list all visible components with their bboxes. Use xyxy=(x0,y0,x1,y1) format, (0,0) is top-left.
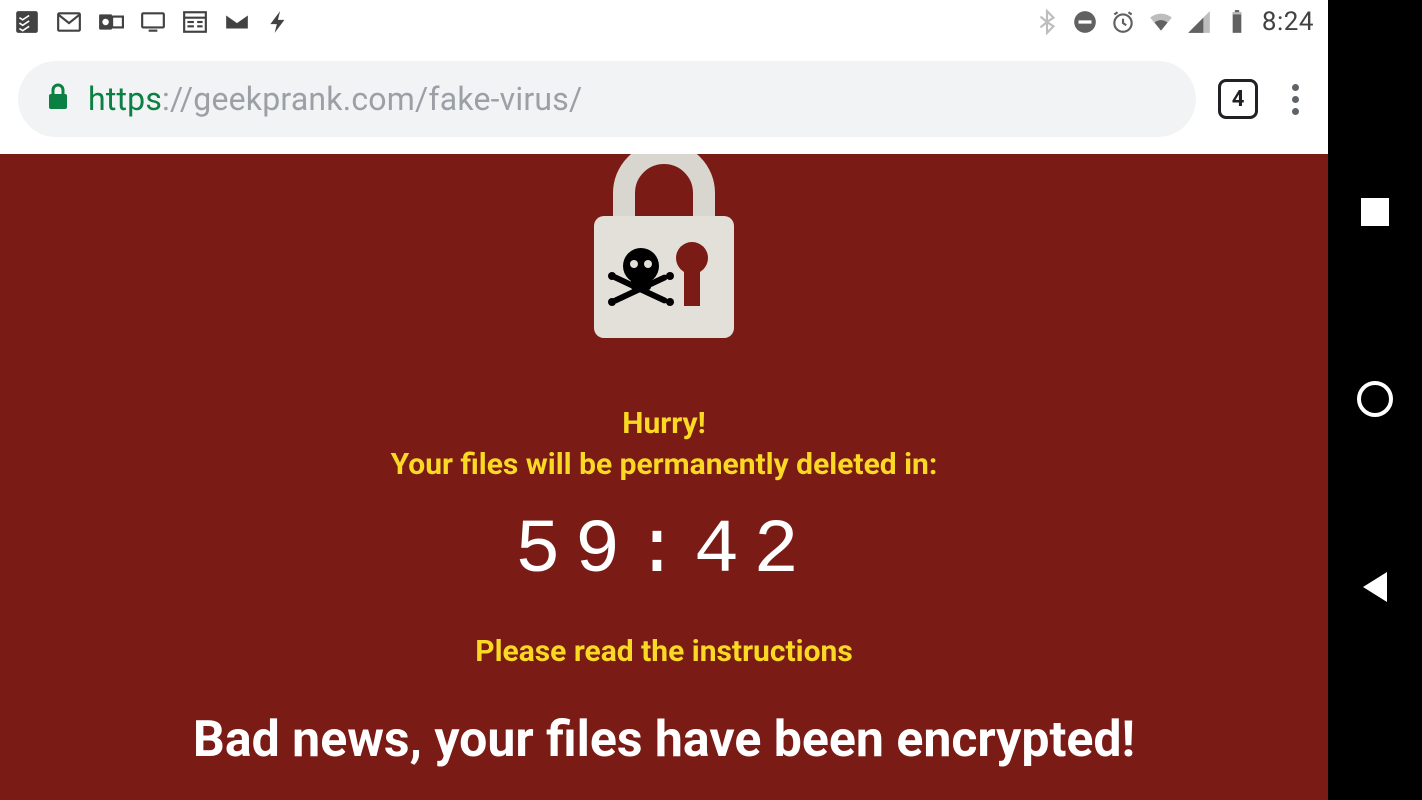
recent-apps-button[interactable] xyxy=(1361,198,1389,226)
status-clock: 8:24 xyxy=(1262,7,1314,37)
news-icon xyxy=(182,9,208,35)
deletion-warning-text: Your files will be permanently deleted i… xyxy=(391,447,938,482)
display-icon xyxy=(140,9,166,35)
bluetooth-icon xyxy=(1034,9,1060,35)
url-text: https://geekprank.com/fake-virus/ xyxy=(88,80,582,118)
secure-lock-icon xyxy=(46,83,70,115)
cell-icon xyxy=(1186,9,1212,35)
webpage-content: Hurry! Your files will be permanently de… xyxy=(0,154,1328,800)
wifi-icon xyxy=(1148,9,1174,35)
tab-switcher-button[interactable]: 4 xyxy=(1218,79,1258,119)
browser-toolbar: https://geekprank.com/fake-virus/ 4 xyxy=(0,44,1328,154)
mail-icon xyxy=(224,9,250,35)
headline-text: Bad news, your files have been encrypted… xyxy=(193,711,1135,769)
device-screen: 8:24 https://geekprank.com/fake-virus/ 4 xyxy=(0,0,1328,800)
android-nav-bar xyxy=(1328,0,1422,800)
status-right-icons: 8:24 xyxy=(1034,7,1314,37)
url-scheme: https xyxy=(88,80,162,118)
android-status-bar: 8:24 xyxy=(0,0,1328,44)
outlook-icon xyxy=(98,9,124,35)
instructions-text: Please read the instructions xyxy=(475,634,853,669)
gmail-icon xyxy=(56,9,82,35)
todoist-icon xyxy=(14,9,40,35)
countdown-timer: 59:42 xyxy=(515,508,813,594)
ransom-lock-icon xyxy=(564,154,764,362)
battery-icon xyxy=(1224,9,1250,35)
browser-menu-button[interactable] xyxy=(1280,79,1310,119)
home-button[interactable] xyxy=(1357,381,1393,417)
status-left-icons xyxy=(14,9,292,35)
back-button[interactable] xyxy=(1363,572,1387,602)
alarm-icon xyxy=(1110,9,1136,35)
flash-icon xyxy=(266,9,292,35)
url-bar[interactable]: https://geekprank.com/fake-virus/ xyxy=(18,61,1196,137)
dnd-icon xyxy=(1072,9,1098,35)
hurry-text: Hurry! xyxy=(622,406,705,441)
url-path: ://geekprank.com/fake-virus/ xyxy=(162,80,582,118)
